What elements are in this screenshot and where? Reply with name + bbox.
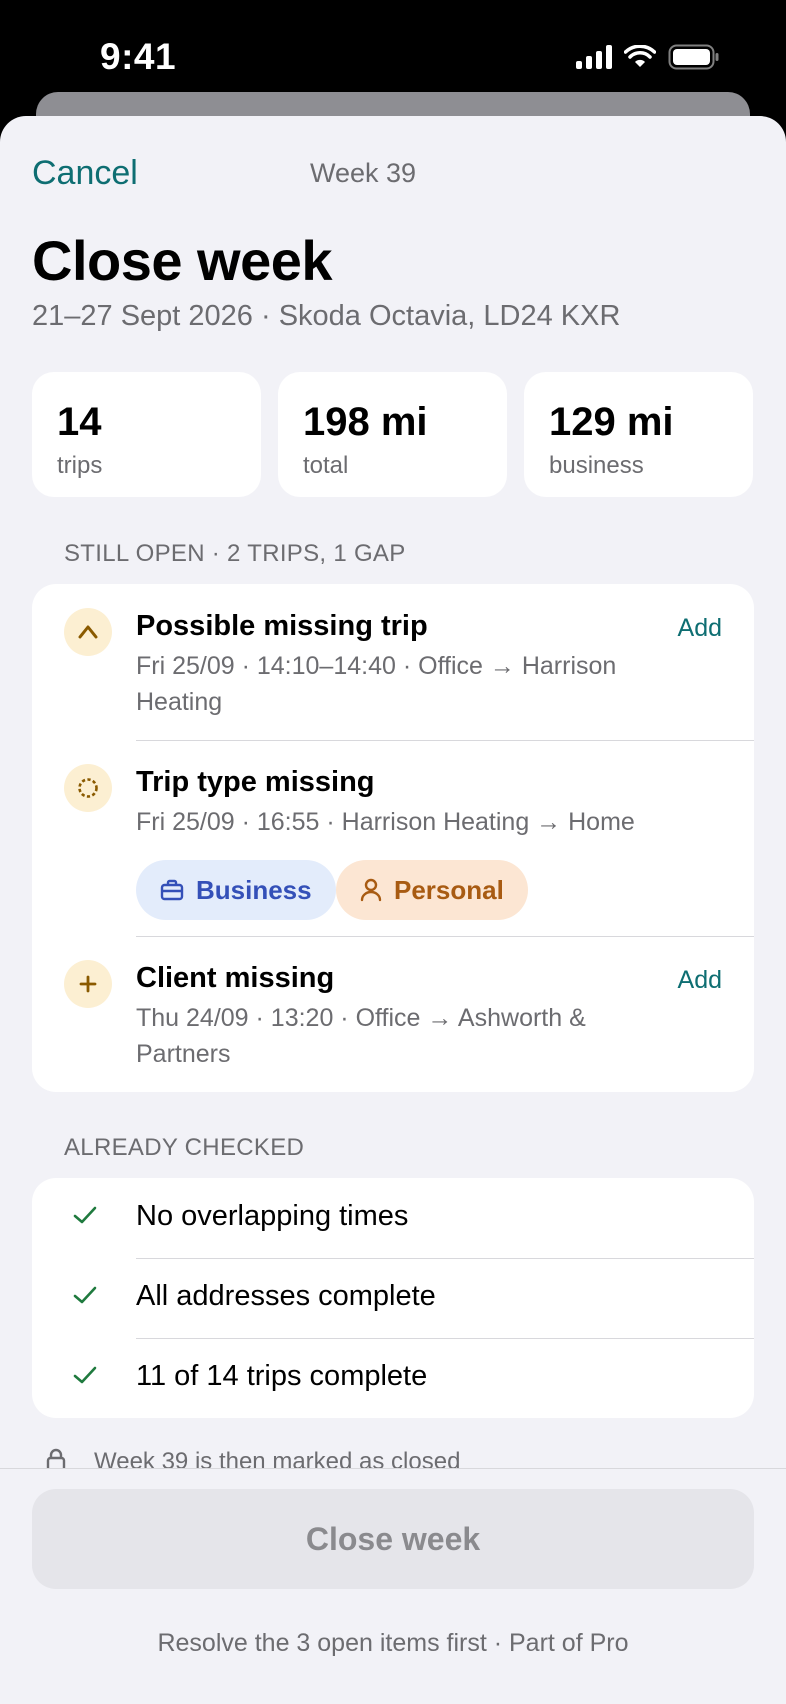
personal-chip-label: Personal <box>394 874 504 905</box>
issue-detail: Thu 24/09 · 13:20 · Office → Ashworth & … <box>136 1004 586 1068</box>
person-icon <box>360 878 382 902</box>
check-row: 11 of 14 trips complete <box>32 1338 754 1418</box>
stat-value: 198 mi <box>303 400 428 444</box>
battery-icon <box>668 44 719 70</box>
personal-chip[interactable]: Personal <box>336 860 528 920</box>
checkmark-icon <box>73 1206 97 1224</box>
stat-label: total <box>303 452 349 479</box>
check-label: All addresses complete <box>136 1280 436 1312</box>
check-row: No overlapping times <box>32 1178 754 1258</box>
stat-value: 129 mi <box>549 400 674 444</box>
cellular-signal-icon <box>576 45 612 69</box>
divider <box>136 936 754 937</box>
stat-card-trips: 14 trips <box>32 372 261 497</box>
check-label: No overlapping times <box>136 1200 409 1232</box>
issue-title[interactable]: Possible missing trip <box>136 610 428 643</box>
footer-note: Resolve the 3 open items first · Part of… <box>157 1629 629 1657</box>
stat-card-business: 129 mi business <box>524 372 753 497</box>
lock-icon <box>46 1448 66 1468</box>
section-header-already-checked: ALREADY CHECKED <box>64 1134 305 1161</box>
close-week-button[interactable]: Close week <box>32 1489 754 1589</box>
add-client-button[interactable]: Add <box>678 966 722 995</box>
cancel-button[interactable]: Cancel <box>32 154 138 193</box>
section-header-still-open: STILL OPEN · 2 TRIPS, 1 GAP <box>64 540 406 567</box>
issue-detail: Fri 25/09 · 14:10–14:40 · Office → Harri… <box>136 652 617 716</box>
footer-bar: Close week Resolve the 3 open items firs… <box>0 1468 786 1704</box>
business-chip-label: Business <box>196 874 312 905</box>
status-icons <box>576 44 720 70</box>
divider <box>136 740 754 741</box>
caret-up-icon <box>64 608 112 656</box>
plus-icon <box>64 960 112 1008</box>
stat-value: 14 <box>57 400 102 444</box>
issue-title[interactable]: Client missing <box>136 962 334 995</box>
briefcase-icon <box>160 879 184 901</box>
stat-card-total: 198 mi total <box>278 372 507 497</box>
add-missing-trip-button[interactable]: Add <box>678 614 722 643</box>
wifi-icon <box>624 45 656 67</box>
checked-items-group: No overlapping times All addresses compl… <box>32 1178 754 1418</box>
checkmark-icon <box>73 1366 97 1384</box>
stat-label: business <box>549 452 644 479</box>
check-label: 11 of 14 trips complete <box>136 1360 428 1392</box>
page-subtitle: 21–27 Sept 2026 · Skoda Octavia, LD24 KX… <box>32 300 621 332</box>
checkmark-icon <box>73 1286 97 1304</box>
dotted-circle-icon <box>64 764 112 812</box>
issue-detail: Fri 25/09 · 16:55 · Harrison Heating → H… <box>136 808 635 836</box>
check-row: All addresses complete <box>32 1258 754 1338</box>
nav-title: Week 39 <box>310 158 417 188</box>
info-note-peek: Week 39 is then marked as closed <box>0 1440 786 1468</box>
info-note-text: Week 39 is then marked as closed <box>94 1448 461 1468</box>
page-title: Close week <box>32 229 333 292</box>
issue-title[interactable]: Trip type missing <box>136 766 375 799</box>
stat-label: trips <box>57 452 103 479</box>
status-time: 9:41 <box>100 36 177 77</box>
open-items-group: Possible missing trip Fri 25/09 · 14:10–… <box>32 584 754 1092</box>
close-week-sheet: Cancel Week 39 Close week 21–27 Sept 202… <box>0 116 786 1704</box>
business-chip[interactable]: Business <box>136 860 336 920</box>
